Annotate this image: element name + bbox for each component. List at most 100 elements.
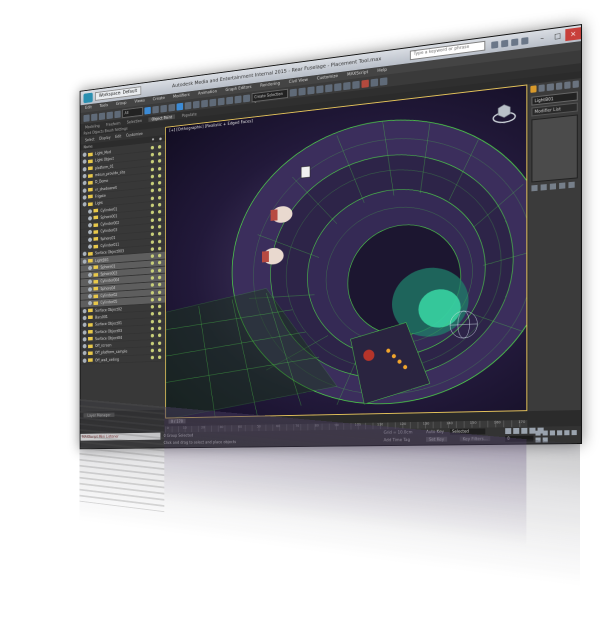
freeze-toggle-icon[interactable]	[150, 261, 154, 266]
render-setup-icon[interactable]	[352, 80, 360, 89]
visibility-toggle-icon[interactable]	[88, 294, 92, 299]
visibility-toggle-icon[interactable]	[88, 279, 92, 285]
zoom-all-icon[interactable]	[542, 430, 548, 436]
window-crossing-icon[interactable]	[168, 103, 175, 112]
visibility-toggle-icon[interactable]	[82, 337, 87, 342]
visibility-toggle-icon[interactable]	[82, 173, 87, 179]
spinner-snap-icon[interactable]	[243, 93, 250, 103]
freeze-toggle-icon[interactable]	[150, 334, 154, 338]
freeze-toggle-icon[interactable]	[150, 167, 154, 172]
help-icon[interactable]	[521, 36, 529, 45]
render-column-icon[interactable]: ●	[159, 136, 162, 141]
render-toggle-icon[interactable]	[157, 151, 162, 156]
previous-frame-icon[interactable]	[513, 427, 520, 434]
render-toggle-icon[interactable]	[157, 246, 162, 251]
render-toggle-icon[interactable]	[157, 261, 162, 265]
freeze-toggle-icon[interactable]	[150, 276, 154, 280]
zoom-extents-all-icon[interactable]	[557, 430, 563, 436]
freeze-toggle-icon[interactable]	[150, 203, 154, 208]
modify-tab-icon[interactable]	[538, 84, 546, 92]
freeze-toggle-icon[interactable]	[150, 239, 154, 244]
pan-icon[interactable]	[571, 430, 577, 436]
render-frame-icon[interactable]	[361, 79, 369, 88]
visibility-toggle-icon[interactable]	[82, 202, 87, 207]
modifier-stack[interactable]	[531, 114, 578, 183]
bind-space-warp-icon[interactable]	[114, 110, 121, 118]
visibility-toggle-icon[interactable]	[82, 258, 87, 264]
visibility-toggle-icon[interactable]	[82, 358, 87, 363]
configure-sets-icon[interactable]	[568, 181, 575, 189]
render-icon[interactable]	[370, 77, 379, 87]
render-toggle-icon[interactable]	[157, 159, 162, 164]
move-icon[interactable]	[176, 102, 184, 111]
freeze-toggle-icon[interactable]	[150, 348, 154, 353]
render-toggle-icon[interactable]	[157, 268, 162, 273]
visibility-toggle-icon[interactable]	[88, 237, 92, 242]
freeze-toggle-icon[interactable]	[150, 355, 154, 360]
visibility-toggle-icon[interactable]	[88, 265, 92, 271]
render-toggle-icon[interactable]	[157, 173, 162, 178]
render-toggle-icon[interactable]	[157, 202, 162, 207]
freeze-toggle-icon[interactable]	[150, 268, 154, 273]
explorer-tab[interactable]: Display	[99, 135, 110, 141]
freeze-toggle-icon[interactable]	[150, 290, 154, 295]
menu-item[interactable]: Edit	[85, 106, 92, 111]
visibility-toggle-icon[interactable]	[82, 188, 87, 193]
freeze-toggle-icon[interactable]	[150, 159, 154, 164]
schematic-view-icon[interactable]	[334, 82, 342, 91]
freeze-toggle-icon[interactable]	[150, 305, 154, 309]
render-toggle-icon[interactable]	[157, 166, 162, 171]
rotate-icon[interactable]	[184, 101, 192, 110]
explorer-tab[interactable]: Select	[85, 137, 94, 142]
render-toggle-icon[interactable]	[157, 319, 162, 323]
maximize-button[interactable]: □	[550, 29, 565, 43]
select-by-name-icon[interactable]	[152, 105, 159, 114]
render-toggle-icon[interactable]	[157, 224, 162, 229]
user-icon[interactable]	[501, 39, 509, 47]
render-toggle-icon[interactable]	[157, 231, 162, 236]
render-toggle-icon[interactable]	[157, 355, 162, 360]
visibility-toggle-icon[interactable]	[88, 230, 92, 235]
visibility-toggle-icon[interactable]	[82, 180, 87, 186]
visibility-toggle-icon[interactable]	[82, 322, 87, 328]
freeze-toggle-icon[interactable]	[150, 196, 154, 201]
render-toggle-icon[interactable]	[157, 333, 162, 338]
visibility-toggle-icon[interactable]	[88, 223, 92, 228]
freeze-toggle-icon[interactable]	[150, 188, 154, 193]
visibility-toggle-icon[interactable]	[88, 286, 92, 292]
render-toggle-icon[interactable]	[157, 275, 162, 280]
align-icon[interactable]	[298, 87, 306, 96]
freeze-toggle-icon[interactable]	[150, 210, 154, 215]
pivot-center-icon[interactable]	[209, 98, 217, 107]
pin-stack-icon[interactable]	[531, 184, 538, 192]
menu-item[interactable]: Tools	[99, 103, 108, 108]
menu-item[interactable]: Help	[377, 68, 387, 74]
freeze-toggle-icon[interactable]	[150, 225, 154, 230]
visibility-toggle-icon[interactable]	[82, 308, 87, 314]
visibility-toggle-icon[interactable]	[88, 301, 92, 306]
percent-snap-icon[interactable]	[234, 95, 242, 104]
render-toggle-icon[interactable]	[157, 348, 162, 353]
visibility-toggle-icon[interactable]	[82, 159, 87, 165]
render-toggle-icon[interactable]	[157, 290, 162, 294]
freeze-toggle-icon[interactable]	[150, 312, 154, 317]
render-toggle-icon[interactable]	[157, 326, 162, 331]
make-unique-icon[interactable]	[549, 183, 557, 190]
render-toggle-icon[interactable]	[157, 217, 162, 222]
app-logo-icon[interactable]	[83, 92, 93, 103]
visibility-toggle-icon[interactable]	[88, 215, 92, 221]
utilities-tab-icon[interactable]	[572, 80, 579, 89]
binoculars-icon[interactable]	[491, 40, 499, 49]
visibility-toggle-icon[interactable]	[82, 329, 87, 335]
motion-tab-icon[interactable]	[555, 82, 562, 91]
exchange-icon[interactable]	[511, 37, 519, 46]
freeze-column-icon[interactable]: ✱	[152, 137, 155, 142]
freeze-toggle-icon[interactable]	[150, 247, 154, 251]
remove-modifier-icon[interactable]	[559, 182, 566, 189]
snap-icon[interactable]	[217, 97, 225, 106]
explorer-tab[interactable]: Edit	[115, 134, 121, 139]
activeshade-icon[interactable]	[379, 76, 388, 86]
go-to-start-icon[interactable]	[505, 428, 512, 435]
graphite-icon[interactable]	[316, 84, 324, 94]
render-toggle-icon[interactable]	[157, 253, 162, 258]
